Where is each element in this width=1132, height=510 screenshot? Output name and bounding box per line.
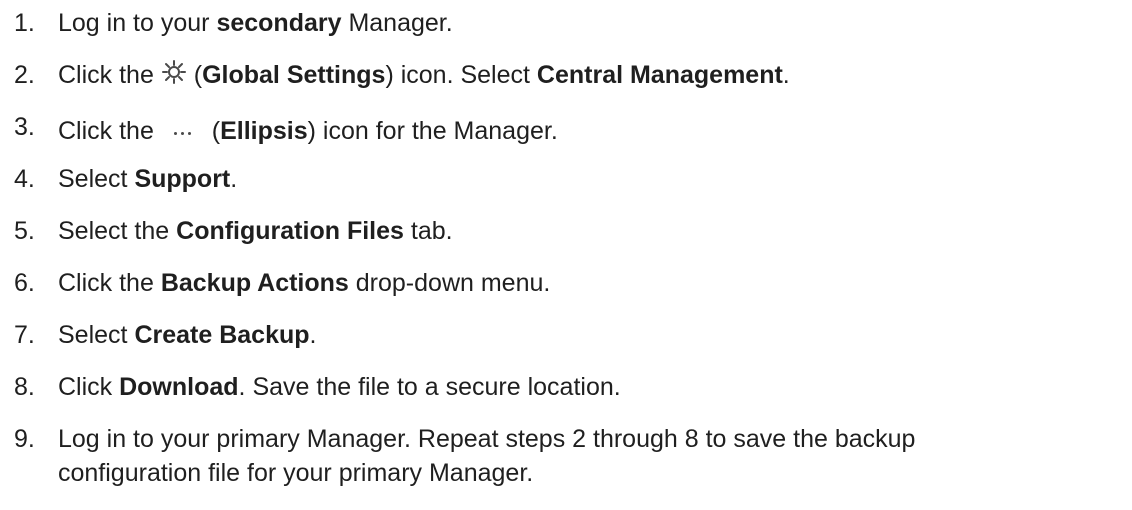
step-emphasis: Support bbox=[134, 165, 231, 193]
instruction-steps-list: 1. Log in to your secondary Manager. 2. … bbox=[0, 0, 1132, 510]
step-text-part: . Save the file to a secure location. bbox=[238, 373, 621, 401]
step-number: 7. bbox=[14, 321, 35, 349]
step-text-part: . bbox=[309, 321, 317, 349]
step-number: 2. bbox=[14, 61, 35, 89]
step-text: Select the Configuration Files tab. bbox=[58, 214, 1118, 248]
step-text-part: ( bbox=[204, 117, 221, 145]
step-number: 1. bbox=[14, 9, 35, 37]
step-text-part: drop-down menu. bbox=[348, 269, 551, 297]
step-text: Click the Backup Actions drop-down menu. bbox=[58, 266, 1118, 300]
gear-icon bbox=[161, 59, 187, 94]
step-emphasis: secondary bbox=[216, 9, 342, 37]
step-text-part: Select bbox=[58, 321, 135, 349]
step-number: 5. bbox=[14, 217, 35, 245]
step-text: Click the (Ellipsis) icon for the Manage… bbox=[58, 110, 1118, 148]
step-emphasis: Configuration Files bbox=[176, 217, 404, 245]
step-text-part: Click the bbox=[58, 61, 161, 89]
step-emphasis: Create Backup bbox=[134, 321, 310, 349]
step-text: Click Download. Save the file to a secur… bbox=[58, 370, 1118, 404]
step-text-part: . bbox=[782, 61, 790, 89]
step-text-part: Click the bbox=[58, 269, 161, 297]
step-text-part: tab. bbox=[403, 217, 453, 245]
step-text-part: . bbox=[230, 165, 238, 193]
step-emphasis: Global Settings bbox=[202, 61, 386, 89]
step-number: 4. bbox=[14, 165, 35, 193]
step-text: Log in to your secondary Manager. bbox=[58, 6, 1118, 40]
step-text-part: Log in to your bbox=[58, 9, 217, 37]
step-text-line: Log in to your primary Manager. Repeat s… bbox=[58, 425, 916, 453]
step-text-part: Select bbox=[58, 165, 135, 193]
step-number: 3. bbox=[14, 113, 35, 141]
step-emphasis: Backup Actions bbox=[160, 269, 349, 297]
step-number: 8. bbox=[14, 373, 35, 401]
step-text-part: ) icon for the Manager. bbox=[307, 117, 558, 145]
step-emphasis: Central Management bbox=[536, 61, 783, 89]
step-text: Log in to your primary Manager. Repeat s… bbox=[58, 422, 1118, 490]
step-emphasis: Ellipsis bbox=[220, 117, 308, 145]
step-emphasis: Download bbox=[119, 373, 239, 401]
step-text-part: Manager. bbox=[341, 9, 453, 37]
step-text: Select Support. bbox=[58, 162, 1118, 196]
step-text-part: Select the bbox=[58, 217, 177, 245]
step-text-part: Click bbox=[58, 373, 120, 401]
step-text: Select Create Backup. bbox=[58, 318, 1118, 352]
step-text-part: Click the bbox=[58, 117, 161, 145]
step-number: 6. bbox=[14, 269, 35, 297]
step-text-part: ) icon. Select bbox=[385, 61, 537, 89]
step-text-part: ( bbox=[186, 61, 203, 89]
step-text-line: configuration file for your primary Mana… bbox=[58, 459, 534, 487]
step-number: 9. bbox=[14, 425, 35, 453]
ellipsis-icon bbox=[161, 110, 205, 144]
step-text: Click the (Global Settings) icon. Select… bbox=[58, 58, 1118, 94]
